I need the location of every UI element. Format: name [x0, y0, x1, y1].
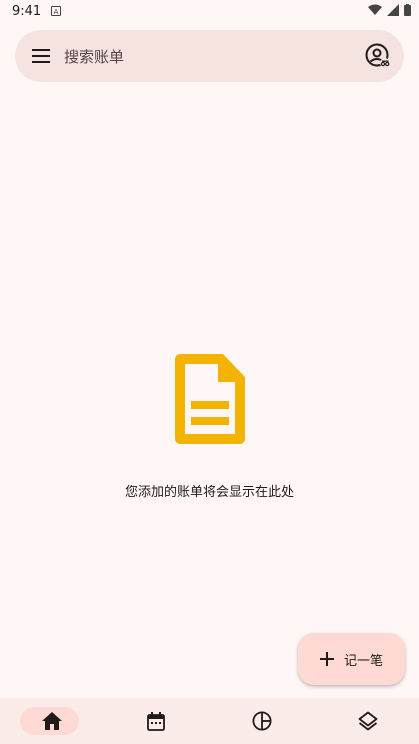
account-button[interactable] — [364, 42, 392, 70]
signal-icon — [387, 4, 399, 16]
search-bar[interactable]: 搜索账单 — [15, 30, 404, 82]
nav-item-calendar[interactable] — [104, 698, 208, 744]
plus-icon — [319, 652, 334, 666]
account-incognito-icon — [365, 43, 390, 68]
home-icon — [42, 712, 62, 730]
add-record-label: 记一笔 — [343, 653, 383, 669]
add-record-button[interactable]: 记一笔 — [298, 633, 405, 685]
status-bar: 9:41 A — [0, 0, 419, 24]
wifi-icon — [368, 4, 382, 15]
nav-item-layers[interactable] — [316, 698, 419, 744]
notification-icon: A — [51, 6, 61, 16]
pie-chart-icon — [252, 711, 272, 731]
status-icons — [368, 4, 411, 16]
empty-state: 您添加的账单将会显示在此处 — [0, 350, 419, 500]
status-time: 9:41 — [12, 4, 42, 19]
layers-icon — [358, 711, 378, 731]
empty-state-message: 您添加的账单将会显示在此处 — [124, 485, 294, 500]
menu-icon — [32, 49, 50, 63]
battery-icon — [404, 4, 411, 16]
search-input[interactable]: 搜索账单 — [64, 46, 124, 67]
nav-item-home[interactable] — [0, 698, 104, 744]
document-icon — [174, 354, 245, 444]
calendar-icon — [147, 711, 165, 731]
bottom-navigation — [0, 698, 419, 744]
menu-button[interactable] — [29, 44, 53, 68]
nav-item-statistics[interactable] — [210, 698, 314, 744]
